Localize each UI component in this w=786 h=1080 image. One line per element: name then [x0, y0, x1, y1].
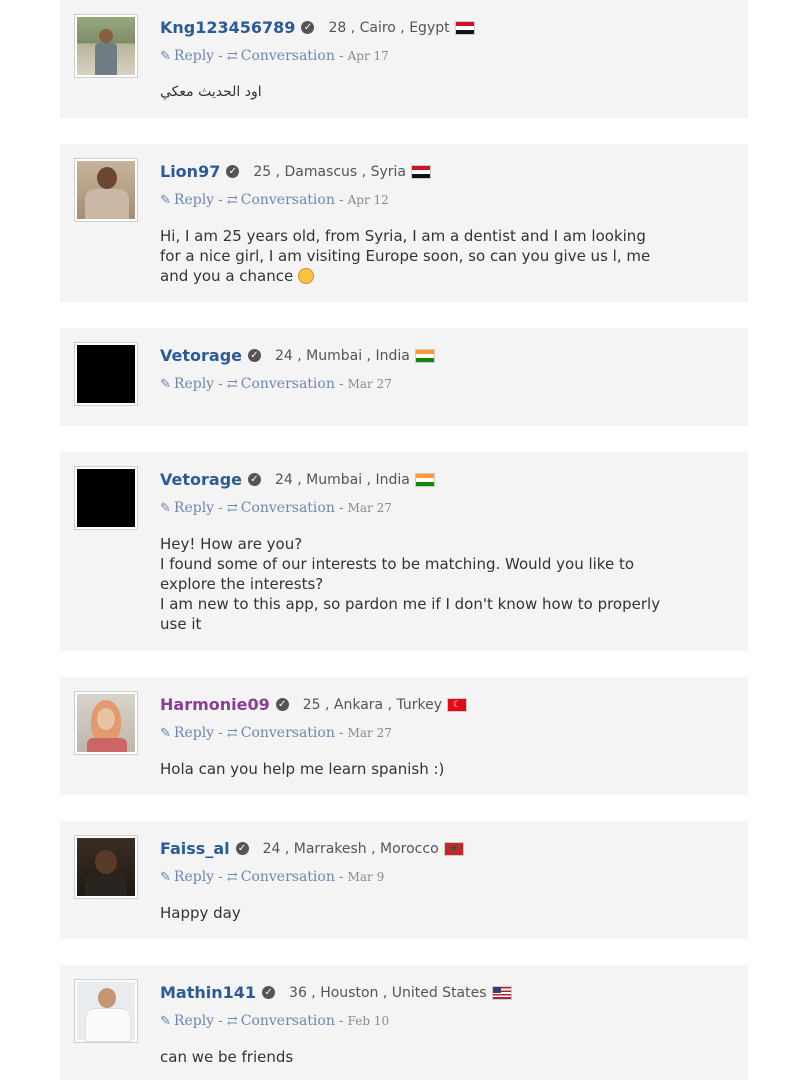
- username-link[interactable]: Lion97: [160, 162, 220, 181]
- separator: -: [218, 500, 223, 516]
- separator: -: [218, 1013, 223, 1029]
- separator: -: [338, 192, 344, 208]
- separator: -: [338, 1013, 344, 1029]
- comment-date: Mar 27: [347, 377, 392, 391]
- separator: -: [218, 376, 223, 392]
- comment-date: Apr 17: [347, 49, 389, 63]
- pencil-icon: ✎: [160, 870, 171, 885]
- avatar[interactable]: [74, 691, 138, 755]
- comment-card: Lion97 ✓ 25 , Damascus , Syria ✎ Reply - ⇄ C…: [60, 144, 748, 302]
- conversation-button[interactable]: ⇄ Conversation: [227, 1013, 335, 1029]
- comment-message: Hi, I am 25 years old, from Syria, I am …: [160, 226, 670, 286]
- reply-button[interactable]: ✎ Reply: [160, 376, 214, 392]
- pencil-icon: ✎: [160, 377, 171, 392]
- user-meta: 25 , Ankara , Turkey: [302, 696, 443, 713]
- pencil-icon: ✎: [160, 726, 171, 741]
- username-link[interactable]: Kng123456789: [160, 18, 295, 37]
- separator: -: [338, 48, 344, 64]
- india-flag-icon: [414, 472, 435, 487]
- comment-date: Feb 10: [347, 1014, 390, 1028]
- avatar[interactable]: [74, 14, 138, 78]
- comment-card: Vetorage ✓ 24 , Mumbai , India ✎ Reply - ⇄ C…: [60, 328, 748, 426]
- egypt-flag-icon: [454, 20, 475, 35]
- conversation-button[interactable]: ⇄ Conversation: [227, 500, 335, 516]
- separator: -: [218, 192, 223, 208]
- message-text: Hi, I am 25 years old, from Syria, I am …: [160, 227, 651, 285]
- avatar[interactable]: [74, 466, 138, 530]
- comment-card: Faiss_al ✓ 24 , Marrakesh , Morocco ★ ✎ R…: [60, 821, 748, 939]
- avatar[interactable]: [74, 158, 138, 222]
- verified-check-icon: ✓: [226, 165, 240, 178]
- separator: -: [338, 869, 344, 885]
- comment-card: Kng123456789 ✓ 28 , Cairo , Egypt ✎ Reply…: [60, 0, 748, 118]
- exchange-icon: ⇄: [226, 870, 238, 885]
- comment-card: Mathin141 ✓ 36 , Houston , United States…: [60, 965, 748, 1080]
- pencil-icon: ✎: [160, 193, 171, 208]
- verified-check-icon: ✓: [275, 698, 289, 711]
- comment-message: Hola can you help me learn spanish :): [160, 760, 445, 778]
- verified-check-icon: ✓: [262, 986, 276, 999]
- username-link[interactable]: Vetorage: [160, 346, 242, 365]
- comment-message: can we be friends: [160, 1048, 294, 1066]
- winking-smile-emoji-icon: [298, 268, 314, 284]
- conversation-button[interactable]: ⇄ Conversation: [227, 869, 335, 885]
- turkey-flag-icon: ☾: [447, 697, 468, 712]
- user-meta: 24 , Mumbai , India: [275, 347, 410, 364]
- verified-check-icon: ✓: [235, 842, 249, 855]
- conversation-button[interactable]: ⇄ Conversation: [227, 192, 335, 208]
- exchange-icon: ⇄: [226, 49, 238, 64]
- username-link[interactable]: Faiss_al: [160, 839, 230, 858]
- comment-card: Harmonie09 ✓ 25 , Ankara , Turkey ☾ ✎ Rep…: [60, 677, 748, 795]
- verified-check-icon: ✓: [248, 349, 261, 362]
- exchange-icon: ⇄: [226, 1014, 238, 1029]
- pencil-icon: ✎: [160, 1014, 171, 1029]
- user-meta: 24 , Marrakesh , Morocco: [262, 840, 439, 857]
- username-link[interactable]: Harmonie09: [160, 695, 270, 714]
- reply-button[interactable]: ✎ Reply: [160, 500, 214, 516]
- comment-card: Vetorage ✓ 24 , Mumbai , India ✎ Reply - ⇄ C…: [60, 452, 748, 651]
- comment-message: Hey! How are you? I found some of our in…: [160, 535, 661, 633]
- reply-button[interactable]: ✎ Reply: [160, 192, 214, 208]
- username-link[interactable]: Mathin141: [160, 983, 256, 1002]
- verified-check-icon: ✓: [301, 21, 315, 34]
- comment-message: اود الحديث معكي: [160, 84, 262, 100]
- comment-date: Mar 27: [347, 726, 392, 740]
- user-meta: 25 , Damascus , Syria: [253, 163, 406, 180]
- comment-date: Mar 27: [347, 501, 392, 515]
- india-flag-icon: [414, 348, 435, 363]
- exchange-icon: ⇄: [226, 726, 238, 741]
- comment-message: Happy day: [160, 904, 241, 922]
- separator: -: [338, 376, 344, 392]
- separator: -: [338, 500, 344, 516]
- comment-date: Apr 12: [347, 193, 389, 207]
- exchange-icon: ⇄: [226, 377, 238, 392]
- pencil-icon: ✎: [160, 49, 171, 64]
- conversation-button[interactable]: ⇄ Conversation: [227, 376, 335, 392]
- user-meta: 28 , Cairo , Egypt: [328, 19, 450, 36]
- separator: -: [338, 725, 344, 741]
- reply-button[interactable]: ✎ Reply: [160, 1013, 214, 1029]
- username-link[interactable]: Vetorage: [160, 470, 242, 489]
- avatar[interactable]: [74, 835, 138, 899]
- conversation-button[interactable]: ⇄ Conversation: [227, 725, 335, 741]
- verified-check-icon: ✓: [248, 473, 261, 486]
- avatar[interactable]: [74, 979, 138, 1043]
- avatar[interactable]: [74, 342, 138, 406]
- exchange-icon: ⇄: [226, 501, 238, 516]
- separator: -: [218, 725, 223, 741]
- user-meta: 24 , Mumbai , India: [275, 471, 410, 488]
- comment-date: Mar 9: [347, 870, 385, 884]
- separator: -: [218, 869, 223, 885]
- reply-button[interactable]: ✎ Reply: [160, 869, 214, 885]
- separator: -: [218, 48, 223, 64]
- us-flag-icon: [491, 985, 512, 1000]
- user-meta: 36 , Houston , United States: [289, 984, 487, 1001]
- reply-button[interactable]: ✎ Reply: [160, 48, 214, 64]
- morocco-flag-icon: ★: [443, 841, 464, 856]
- reply-button[interactable]: ✎ Reply: [160, 725, 214, 741]
- exchange-icon: ⇄: [226, 193, 238, 208]
- syria-flag-icon: [410, 164, 431, 179]
- pencil-icon: ✎: [160, 501, 171, 516]
- conversation-button[interactable]: ⇄ Conversation: [227, 48, 335, 64]
